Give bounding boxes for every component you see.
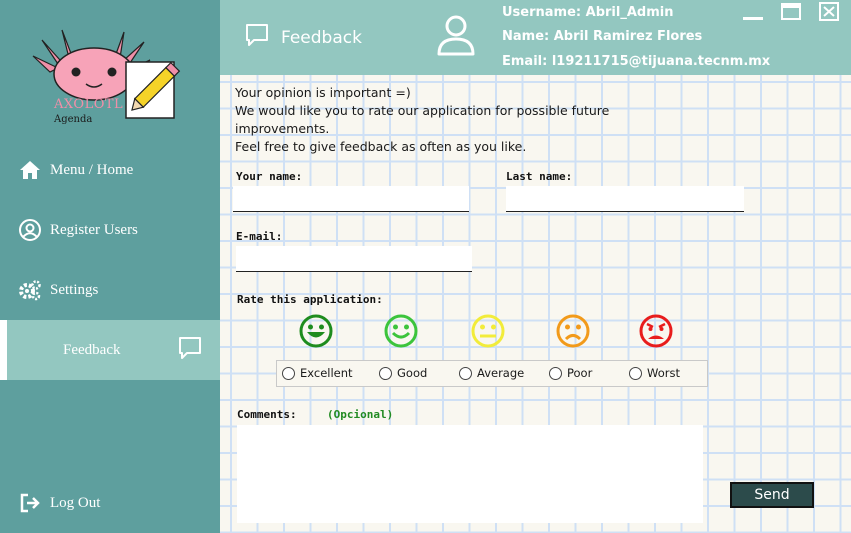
rate-label: Rate this application: (237, 293, 383, 306)
rating-worst-radio[interactable]: Worst (629, 366, 680, 380)
comments-textarea[interactable] (237, 425, 703, 523)
email-label: Email: l19211715@tijuana.tecnm.mx (502, 54, 771, 69)
sidebar-item-label: Settings (50, 281, 99, 298)
email-field-label: E-mail: (236, 230, 283, 243)
close-icon[interactable] (818, 2, 840, 22)
intro-line: Feel free to give feedback as often as y… (235, 139, 527, 154)
neutral-face-icon (471, 314, 505, 348)
sidebar-item-register-users[interactable]: Register Users (0, 201, 220, 259)
send-button[interactable]: Send (730, 482, 814, 508)
radio-label: Average (477, 366, 525, 380)
axolotl-logo (32, 29, 181, 119)
very-happy-face-icon (299, 314, 333, 348)
intro-text: Your opinion is important =) We would li… (235, 84, 609, 156)
rating-poor-radio[interactable]: Poor (549, 366, 592, 380)
radio-label: Poor (567, 366, 593, 380)
radio-label: Good (397, 366, 428, 380)
rating-good-radio[interactable]: Good (379, 366, 427, 380)
sidebar-item-feedback[interactable]: Feedback (0, 320, 220, 380)
name-label: Name: Abril Ramirez Flores (502, 29, 703, 44)
header: Feedback Username: Abril_Admin Name: Abr… (220, 0, 851, 75)
page-title: Feedback (281, 28, 362, 48)
sidebar: AXOLOTL Agenda Menu / Home Register User… (0, 0, 220, 533)
radio-circle (549, 366, 562, 380)
radio-label: Worst (647, 366, 680, 380)
sidebar-item-settings[interactable]: Settings (0, 261, 220, 319)
happy-face-icon (384, 314, 418, 348)
logout-label: Log Out (50, 494, 101, 511)
rating-average-radio[interactable]: Average (459, 366, 524, 380)
email-field[interactable] (236, 246, 472, 272)
sad-face-icon (556, 314, 590, 348)
logo-subtitle: Agenda (54, 114, 93, 125)
username-label: Username: Abril_Admin (502, 5, 674, 20)
sidebar-item-menu-home[interactable]: Menu / Home (0, 141, 220, 199)
your-name-label: Your name: (236, 170, 303, 183)
sidebar-item-label: Menu / Home (50, 161, 134, 178)
maximize-icon[interactable] (780, 2, 802, 22)
intro-line: Your opinion is important =) (235, 85, 411, 100)
radio-circle (379, 366, 392, 380)
user-circle-icon (19, 219, 41, 241)
your-name-field[interactable] (233, 186, 469, 212)
logout-button[interactable]: Log Out (0, 474, 220, 532)
logout-icon (20, 493, 40, 513)
rating-excellent-radio[interactable]: Excellent (282, 366, 353, 380)
intro-line: improvements. (235, 121, 330, 136)
comments-label: Comments: (237, 408, 297, 421)
intro-line: We would like you to rate our applicatio… (235, 103, 610, 118)
chat-icon (179, 337, 201, 359)
radio-circle (629, 366, 642, 380)
sidebar-item-label: Feedback (63, 341, 121, 358)
logo-title: AXOLOTL (54, 97, 124, 112)
last-name-field[interactable] (506, 186, 744, 212)
active-indicator (0, 320, 7, 380)
minimize-icon[interactable] (742, 2, 764, 22)
chat-icon (246, 24, 268, 46)
feedback-form: Your opinion is important =) We would li… (220, 75, 851, 533)
sidebar-item-label: Register Users (50, 221, 138, 238)
gears-icon (19, 280, 41, 301)
optional-label: (Opcional) (327, 408, 394, 421)
radio-circle (282, 366, 295, 380)
home-icon (20, 161, 40, 179)
rating-radio-group: Excellent Good Average Poor Worst (276, 360, 708, 387)
radio-circle (459, 366, 472, 380)
angry-face-icon (639, 314, 673, 348)
last-name-label: Last name: (506, 170, 573, 183)
radio-label: Excellent (300, 366, 353, 380)
user-icon (437, 15, 475, 56)
